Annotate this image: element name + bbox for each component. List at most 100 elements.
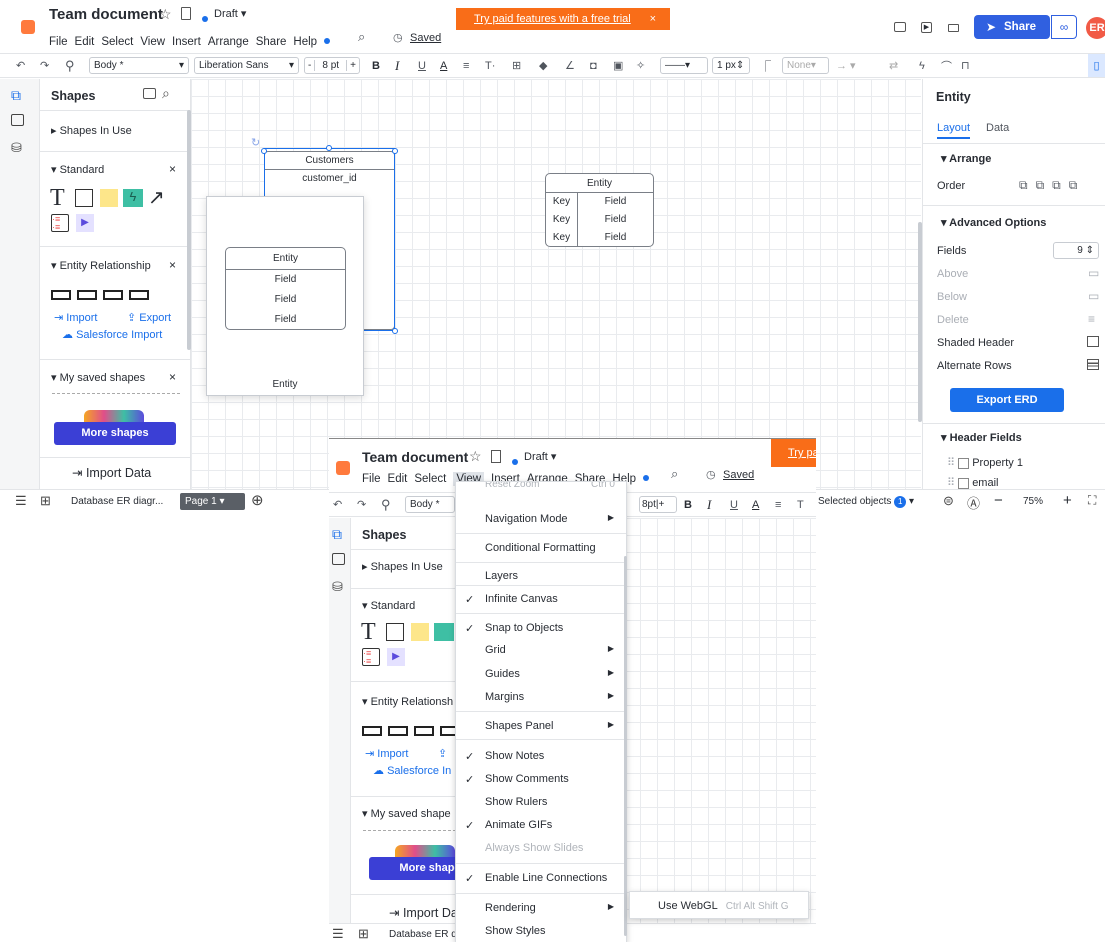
- list-shape-icon[interactable]: ·≡ ·≡: [51, 214, 69, 232]
- saved-close-icon[interactable]: ×: [169, 370, 176, 384]
- selected-objects[interactable]: Selected objects 1 ▾: [818, 496, 914, 508]
- star-icon[interactable]: ☆: [159, 6, 172, 23]
- arrow-start-select[interactable]: None ▾: [782, 57, 829, 74]
- email-row[interactable]: ⠿ email: [947, 476, 998, 489]
- resize-handle[interactable]: [261, 148, 267, 154]
- shapes-rail-icon[interactable]: ⧉: [332, 526, 342, 543]
- comment-icon[interactable]: [894, 22, 906, 32]
- export-link[interactable]: ⇪ Export: [127, 311, 171, 324]
- use-webgl-item[interactable]: Use WebGL Ctrl Alt Shift G: [658, 900, 789, 912]
- sticky-note-shape[interactable]: [411, 623, 429, 641]
- property1-row[interactable]: ⠿ Property 1: [947, 456, 1023, 469]
- swap-icon[interactable]: ⇄: [889, 54, 898, 77]
- document-icon[interactable]: [491, 450, 501, 463]
- star-icon[interactable]: ☆: [469, 448, 482, 465]
- text-options-icon[interactable]: T·: [485, 54, 495, 77]
- menu-edit[interactable]: Edit: [75, 36, 95, 48]
- font-size-value[interactable]: 8 pt: [322, 60, 339, 71]
- font-select[interactable]: Liberation Sans ▾: [194, 57, 299, 74]
- sticky-note-shape[interactable]: [100, 189, 118, 207]
- table-icon[interactable]: ⊞: [512, 54, 521, 77]
- binoculars-icon[interactable]: ⌕: [671, 466, 678, 482]
- resize-handle[interactable]: [392, 328, 398, 334]
- zoom-document-title[interactable]: Team document: [362, 449, 468, 465]
- fields-stepper[interactable]: 9 ⇕: [1053, 242, 1099, 259]
- shapes-in-use-toggle[interactable]: ▸ Shapes In Use: [51, 124, 132, 137]
- video-shape-icon[interactable]: ▶: [76, 214, 94, 232]
- magic-icon[interactable]: ✧: [636, 54, 645, 77]
- redo-icon[interactable]: ↷: [357, 493, 366, 516]
- shapes-scrollbar[interactable]: [187, 110, 191, 350]
- menu-file[interactable]: File: [362, 473, 381, 485]
- er-section-toggle[interactable]: ▾ Entity Relationsh: [362, 695, 453, 708]
- zoom-trial-banner[interactable]: Try pa: [771, 439, 816, 467]
- page-list-icon[interactable]: ☰: [15, 493, 27, 509]
- saved-link[interactable]: Saved: [410, 32, 441, 44]
- menu-select[interactable]: Select: [101, 36, 133, 48]
- line-jump-icon[interactable]: ⎾: [760, 54, 771, 77]
- page-tab[interactable]: Page 1 ▾: [180, 493, 245, 510]
- shaded-header-toggle[interactable]: [1087, 336, 1099, 347]
- zoom-doc-name[interactable]: Database ER d: [389, 929, 457, 940]
- standard-section-toggle[interactable]: ▾ Standard: [51, 163, 104, 176]
- header-fields-toggle[interactable]: ▾ Header Fields: [941, 431, 1022, 444]
- tab-layout[interactable]: Layout: [937, 122, 971, 139]
- export-erd-button[interactable]: Export ERD: [950, 388, 1064, 412]
- format-painter-icon[interactable]: ⚲: [65, 54, 75, 77]
- lightning-icon[interactable]: ϟ: [919, 54, 925, 77]
- entity-shape-2[interactable]: [388, 726, 408, 736]
- saved-shapes-toggle[interactable]: ▾ My saved shape: [362, 807, 451, 820]
- entity-shape-2[interactable]: [77, 290, 97, 300]
- zoom-level[interactable]: 75%: [1023, 496, 1043, 507]
- draft-status-dropdown[interactable]: Draft ▾: [214, 7, 246, 20]
- zoom-out-button[interactable]: −: [994, 492, 1003, 509]
- rectangle-shape[interactable]: [386, 623, 404, 641]
- redo-icon[interactable]: ↷: [40, 54, 49, 77]
- undo-icon[interactable]: ↶: [16, 54, 25, 77]
- drag-handle-icon[interactable]: ⠿: [947, 477, 955, 489]
- video-shape-icon[interactable]: ▶: [387, 648, 405, 666]
- canvas-scrollbar[interactable]: [918, 222, 922, 422]
- underline-button[interactable]: U: [730, 493, 738, 516]
- page-list-icon[interactable]: ☰: [332, 926, 344, 942]
- data-rail-icon[interactable]: ⛁: [11, 140, 22, 156]
- align-icon[interactable]: ≡: [775, 493, 781, 516]
- menu-insert[interactable]: Insert: [172, 36, 201, 48]
- standard-section-toggle[interactable]: ▾ Standard: [362, 599, 415, 612]
- data-rail-icon[interactable]: ⛁: [332, 579, 343, 595]
- user-avatar[interactable]: ER: [1086, 17, 1105, 39]
- opacity-icon[interactable]: ◘: [590, 54, 597, 77]
- advanced-toggle[interactable]: ▾ Advanced Options: [941, 216, 1046, 229]
- rotate-icon[interactable]: ↻: [251, 136, 260, 149]
- resize-handle[interactable]: [326, 145, 332, 151]
- insert-above-icon[interactable]: ▭: [1088, 266, 1099, 280]
- menu-scrollbar[interactable]: [624, 556, 627, 936]
- align-icon[interactable]: ≡: [463, 54, 469, 77]
- text-options-icon[interactable]: T: [797, 493, 804, 516]
- menu-file[interactable]: File: [49, 36, 68, 48]
- bold-button[interactable]: B: [684, 493, 692, 516]
- panel-toggle-icon[interactable]: ▯: [1088, 54, 1105, 77]
- menu-select[interactable]: Select: [414, 473, 446, 485]
- order-icons[interactable]: ⧉⧉⧉⧉: [1019, 178, 1085, 193]
- text-color-button[interactable]: A: [752, 493, 759, 516]
- menu-arrange[interactable]: Arrange: [208, 36, 249, 48]
- entity-shape-1[interactable]: [51, 290, 71, 300]
- document-title[interactable]: Team document: [49, 6, 163, 23]
- zoom-in-button[interactable]: +: [1063, 492, 1072, 509]
- entity-shape-3[interactable]: [414, 726, 434, 736]
- text-shape[interactable]: T: [361, 619, 376, 646]
- zoom-draft-dropdown[interactable]: Draft ▾: [524, 450, 556, 463]
- grid-view-icon[interactable]: ⊞: [40, 493, 51, 509]
- menu-help[interactable]: Help: [293, 36, 317, 48]
- italic-button[interactable]: I: [395, 54, 399, 77]
- grid-view-icon[interactable]: ⊞: [358, 926, 369, 942]
- zoom-text-style-select[interactable]: Body *: [405, 496, 455, 513]
- line-color-icon[interactable]: ∠: [565, 54, 575, 77]
- line-style-select[interactable]: ——▾: [660, 57, 708, 74]
- rectangle-shape[interactable]: [75, 189, 93, 207]
- frames-rail-icon[interactable]: [11, 114, 24, 126]
- app-logo-icon[interactable]: [21, 20, 35, 34]
- trial-close-icon[interactable]: ×: [650, 8, 656, 30]
- menu-view[interactable]: View: [140, 36, 165, 48]
